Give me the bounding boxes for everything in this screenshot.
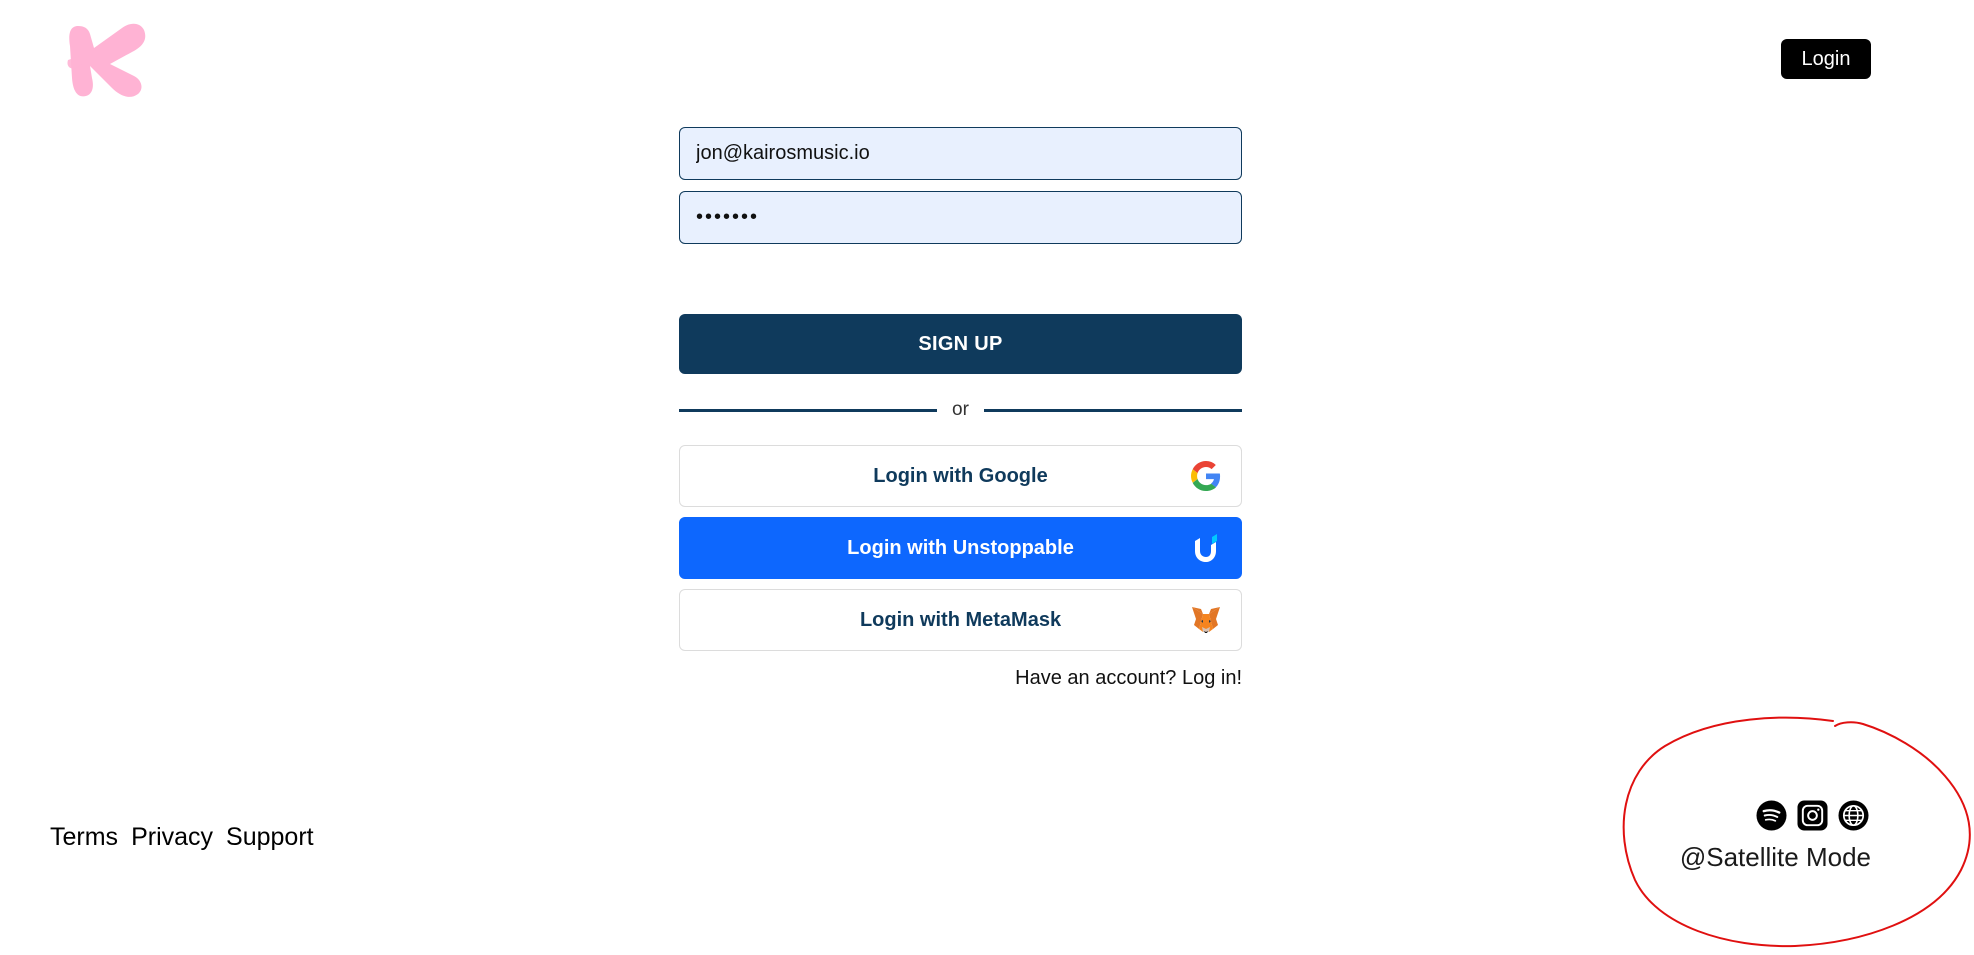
spotify-icon[interactable] xyxy=(1755,799,1788,832)
password-field[interactable] xyxy=(679,191,1242,244)
email-field[interactable] xyxy=(679,127,1242,180)
footer-links: Terms Privacy Support xyxy=(50,823,314,852)
login-metamask-label: Login with MetaMask xyxy=(859,608,1062,631)
divider-line-left xyxy=(679,408,938,412)
unstoppable-icon xyxy=(1189,531,1223,565)
annotation-circle xyxy=(1622,716,1971,948)
login-metamask-button[interactable]: Login with MetaMask xyxy=(679,589,1242,651)
globe-icon[interactable] xyxy=(1837,799,1870,832)
or-divider: or xyxy=(679,399,1242,420)
kairos-k-logo-icon xyxy=(67,23,146,97)
login-google-label: Login with Google xyxy=(873,464,1048,487)
support-link[interactable]: Support xyxy=(226,823,314,852)
privacy-link[interactable]: Privacy xyxy=(131,823,213,852)
login-unstoppable-button[interactable]: Login with Unstoppable xyxy=(679,517,1242,579)
divider-text: or xyxy=(952,399,969,420)
signup-page: Login SIGN UP or Login with Google Login… xyxy=(0,0,1974,955)
signup-form: SIGN UP or Login with Google Login with … xyxy=(679,127,1242,690)
metamask-fox-icon xyxy=(1189,603,1223,637)
signup-button[interactable]: SIGN UP xyxy=(679,314,1242,374)
have-account-login-link[interactable]: Have an account? Log in! xyxy=(679,667,1242,690)
artist-handle: @Satellite Mode xyxy=(1679,842,1871,872)
login-google-button[interactable]: Login with Google xyxy=(679,445,1242,507)
login-unstoppable-label: Login with Unstoppable xyxy=(847,536,1074,559)
terms-link[interactable]: Terms xyxy=(50,823,118,852)
google-icon xyxy=(1189,459,1223,493)
instagram-icon[interactable] xyxy=(1796,799,1829,832)
divider-line-right xyxy=(983,408,1242,412)
kairos-logo[interactable] xyxy=(66,20,148,102)
header-login-button[interactable]: Login xyxy=(1781,39,1871,79)
social-icons xyxy=(1755,799,1870,832)
